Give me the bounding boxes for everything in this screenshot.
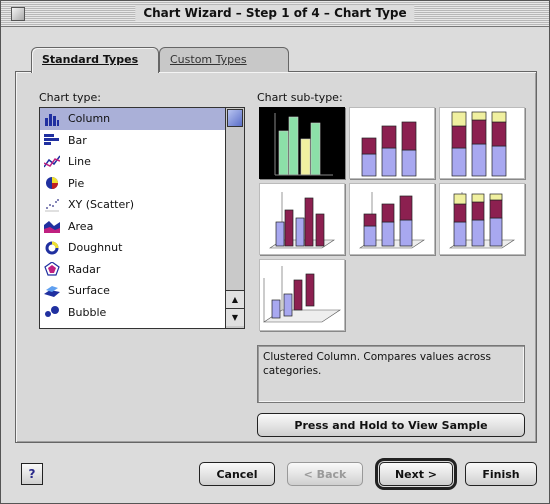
list-item-column[interactable]: Column [40,108,226,130]
list-item-label: Doughnut [68,241,123,254]
subtype-clustered-column[interactable] [259,107,345,179]
bubble-chart-icon [45,306,59,318]
3d-percent-stacked-column-icon [449,192,515,249]
3d-column-icon [263,266,341,323]
list-item-radar[interactable]: Radar [40,259,226,281]
subtype-description: Clustered Column. Compares values across… [257,345,525,403]
finish-button[interactable]: Finish [465,462,537,486]
list-item-label: Area [68,219,94,233]
doughnut-chart-icon [45,241,59,255]
close-box[interactable] [11,7,25,21]
help-button[interactable]: ? [21,463,43,485]
scroll-down-arrow-icon[interactable]: ▼ [226,308,244,326]
tab-label: Standard Types [42,53,139,66]
list-item-label: XY (Scatter) [68,198,135,211]
chart-type-scrollbar[interactable]: ▲ ▼ [225,108,244,328]
surface-chart-icon [44,285,60,297]
list-item-surface[interactable]: Surface [40,280,226,302]
subtype-3d-column[interactable] [259,259,345,331]
chart-type-list[interactable]: Column Bar Line Pie XY (Scatter) Area Do… [39,107,245,329]
line-chart-icon [44,155,60,168]
scroll-up-arrow-icon[interactable]: ▲ [226,290,244,308]
list-item-label: Bubble [68,305,107,319]
list-item-label: Line [68,155,91,168]
pie-chart-icon [46,177,58,190]
tab-custom-types[interactable]: Custom Types [159,47,289,72]
chart-subtype-label: Chart sub-type: [257,91,343,104]
chart-subtype-grid [257,107,527,335]
tab-label: Custom Types [170,53,247,66]
percent-stacked-column-icon [451,111,507,177]
back-button[interactable]: < Back [287,462,363,486]
clustered-column-icon [274,113,333,176]
press-and-hold-sample-button[interactable]: Press and Hold to View Sample [257,413,525,437]
list-item-label: Bar [68,133,87,147]
scroll-thumb[interactable] [227,109,243,127]
list-item-label: Surface [68,284,110,297]
subtype-3d-100-stacked-column[interactable] [439,183,525,255]
title-bar[interactable]: Chart Wizard – Step 1 of 4 – Chart Type [1,1,549,27]
list-item-label: Pie [68,176,85,190]
area-chart-icon [44,221,60,234]
chart-type-label: Chart type: [39,91,102,104]
scatter-chart-icon [45,198,59,212]
list-item-label: Column [68,112,111,125]
list-item-pie[interactable]: Pie [40,173,226,195]
subtype-3d-clustered-column[interactable] [259,183,345,255]
3d-stacked-column-icon [359,192,425,249]
help-icon: ? [28,467,36,481]
3d-clustered-column-icon [269,192,335,249]
stacked-column-icon [361,121,417,177]
next-button[interactable]: Next > [375,458,457,490]
chart-wizard-window: Chart Wizard – Step 1 of 4 – Chart Type … [0,0,550,504]
window-title: Chart Wizard – Step 1 of 4 – Chart Type [135,5,415,21]
cancel-button[interactable]: Cancel [199,462,275,486]
list-item-doughnut[interactable]: Doughnut [40,237,226,259]
subtype-stacked-column[interactable] [349,107,435,179]
subtype-3d-stacked-column[interactable] [349,183,435,255]
list-item-bubble[interactable]: Bubble [40,302,226,324]
list-item-label: Radar [68,262,101,276]
bar-chart-icon [44,134,59,146]
subtype-100-stacked-column[interactable] [439,107,525,179]
list-item-bar[interactable]: Bar [40,130,226,152]
list-item-line[interactable]: Line [40,151,226,173]
column-chart-icon [45,113,59,126]
list-item-area[interactable]: Area [40,216,226,238]
radar-chart-icon [44,262,60,276]
list-item-xy-scatter[interactable]: XY (Scatter) [40,194,226,216]
tab-standard-types[interactable]: Standard Types [31,47,159,73]
